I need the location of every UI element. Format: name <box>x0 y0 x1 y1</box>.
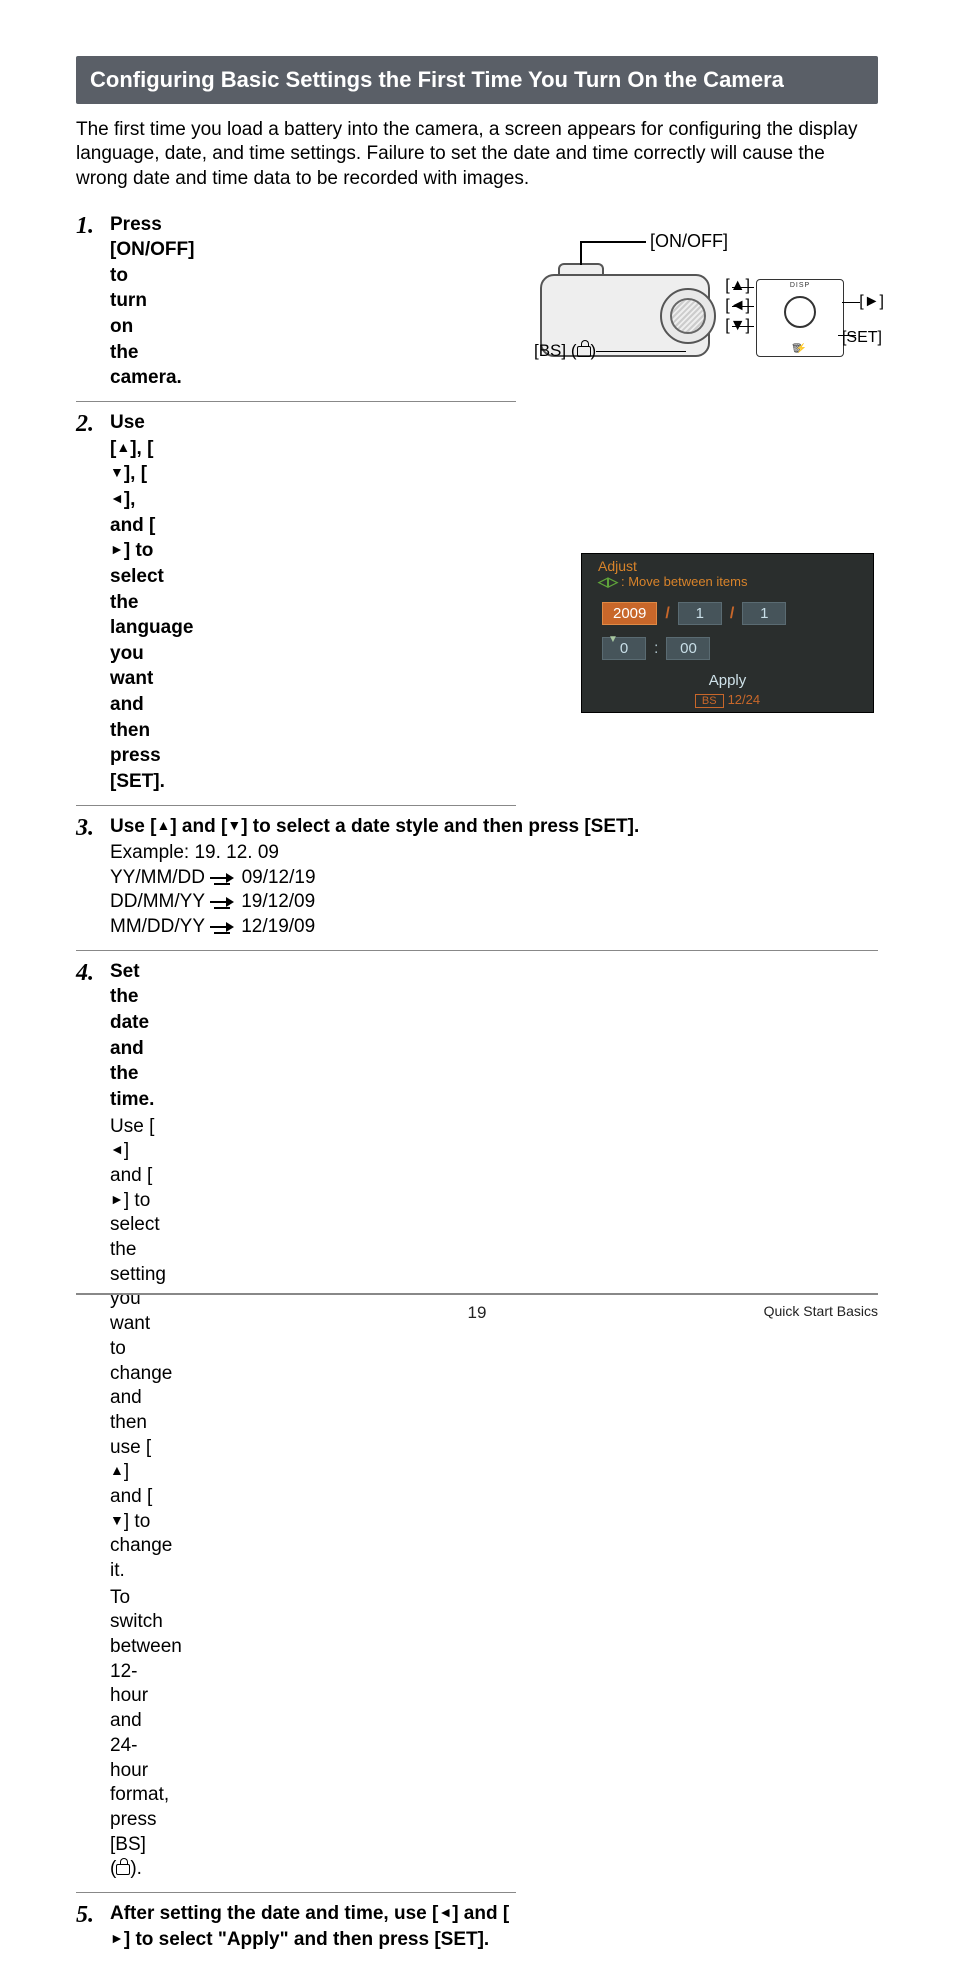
section-header: Configuring Basic Settings the First Tim… <box>76 56 878 104</box>
step3-example: Example: 19. 12. 09 <box>110 841 878 866</box>
lcd-adjust-label: Adjust <box>582 554 873 574</box>
label-left: [◄] <box>725 297 750 315</box>
label-onoff: [ON/OFF] <box>650 231 728 252</box>
lcd-year: 2009 <box>602 602 657 625</box>
footer-section: Quick Start Basics <box>764 1303 878 1319</box>
lcd-day: 1 <box>742 602 786 625</box>
step4-body: Use [◄] and [►] to select the setting yo… <box>110 1115 156 1584</box>
lcd-bs-box: BS <box>695 694 724 708</box>
down-triangle-icon: ▼ <box>110 463 124 482</box>
page-footer: 19 Quick Start Basics <box>76 1293 878 1319</box>
right-triangle-icon: ► <box>110 540 124 559</box>
step3-title: Use [▲] and [▼] to select a date style a… <box>110 814 878 840</box>
label-right: [►] <box>859 293 884 311</box>
slash-icon: / <box>665 605 669 623</box>
left-triangle-icon: ◄ <box>110 489 124 508</box>
intro-paragraph: The first time you load a battery into t… <box>76 118 878 192</box>
dpad-illustration: DISP 🗑 ⚡ <box>756 279 844 357</box>
up-triangle-icon: ▲ <box>156 816 170 835</box>
right-triangle-icon: ► <box>110 1190 124 1208</box>
left-triangle-icon: ◄ <box>110 1140 124 1158</box>
slash-icon: / <box>730 605 734 623</box>
lcd-screenshot: Adjust ◁▷: Move between items ▲▼ 2009 / … <box>581 553 874 713</box>
step1-title: Press [ON/OFF] to turn on the camera. <box>110 212 156 391</box>
disp-label: DISP <box>757 282 843 289</box>
lock-icon <box>577 346 591 357</box>
lcd-move-label: ◁▷: Move between items <box>582 574 873 594</box>
step3-format-row: YY/MM/DD 09/12/19 <box>110 866 878 891</box>
label-down: [▼] <box>725 317 750 335</box>
label-bs: [BS] () <box>534 341 596 361</box>
page-number: 19 <box>468 1303 487 1323</box>
up-triangle-icon: ▲ <box>116 438 130 457</box>
lcd-1224: 12/24 <box>728 692 761 707</box>
step5-title: After setting the date and time, use [◄]… <box>110 1901 518 1952</box>
colon-icon: : <box>654 640 658 658</box>
lcd-arrow-icons: ◁▷ <box>598 574 618 590</box>
label-set: [SET] <box>842 329 882 347</box>
lcd-bs-line: BS 12/24 <box>582 691 873 709</box>
down-triangle-icon: ▼ <box>110 1511 124 1529</box>
left-triangle-icon: ◄ <box>438 1903 452 1922</box>
lcd-minute: 00 <box>666 637 710 660</box>
step-number: 1. <box>76 212 110 239</box>
step4-title: Set the date and the time. <box>110 959 156 1113</box>
step-number: 5. <box>76 1901 110 1928</box>
arrow-right-icon <box>210 872 236 884</box>
lcd-apply: Apply <box>582 672 873 689</box>
arrow-right-icon <box>210 921 236 933</box>
lcd-month: 1 <box>678 602 722 625</box>
step4-body2: To switch between 12-hour and 24-hour fo… <box>110 1586 156 1882</box>
right-triangle-icon: ► <box>110 1929 124 1948</box>
step3-format-row: DD/MM/YY 19/12/09 <box>110 890 878 915</box>
up-triangle-icon: ▲ <box>110 1461 124 1479</box>
camera-illustration: [ON/OFF] DISP 🗑 ⚡ [▲] [◄] [▼] [►] [SET] … <box>540 233 870 363</box>
label-up: [▲] <box>725 277 750 295</box>
step-number: 4. <box>76 959 110 986</box>
step2-title: Use [▲], [▼], [◄], and [►] to select the… <box>110 410 156 795</box>
lock-icon <box>116 1864 130 1875</box>
step3-format-row: MM/DD/YY 12/19/09 <box>110 915 878 940</box>
down-triangle-icon: ▼ <box>227 816 241 835</box>
flash-icon: ⚡ <box>796 343 807 354</box>
step-number: 3. <box>76 814 110 841</box>
step-number: 2. <box>76 410 110 437</box>
arrow-right-icon <box>210 896 236 908</box>
